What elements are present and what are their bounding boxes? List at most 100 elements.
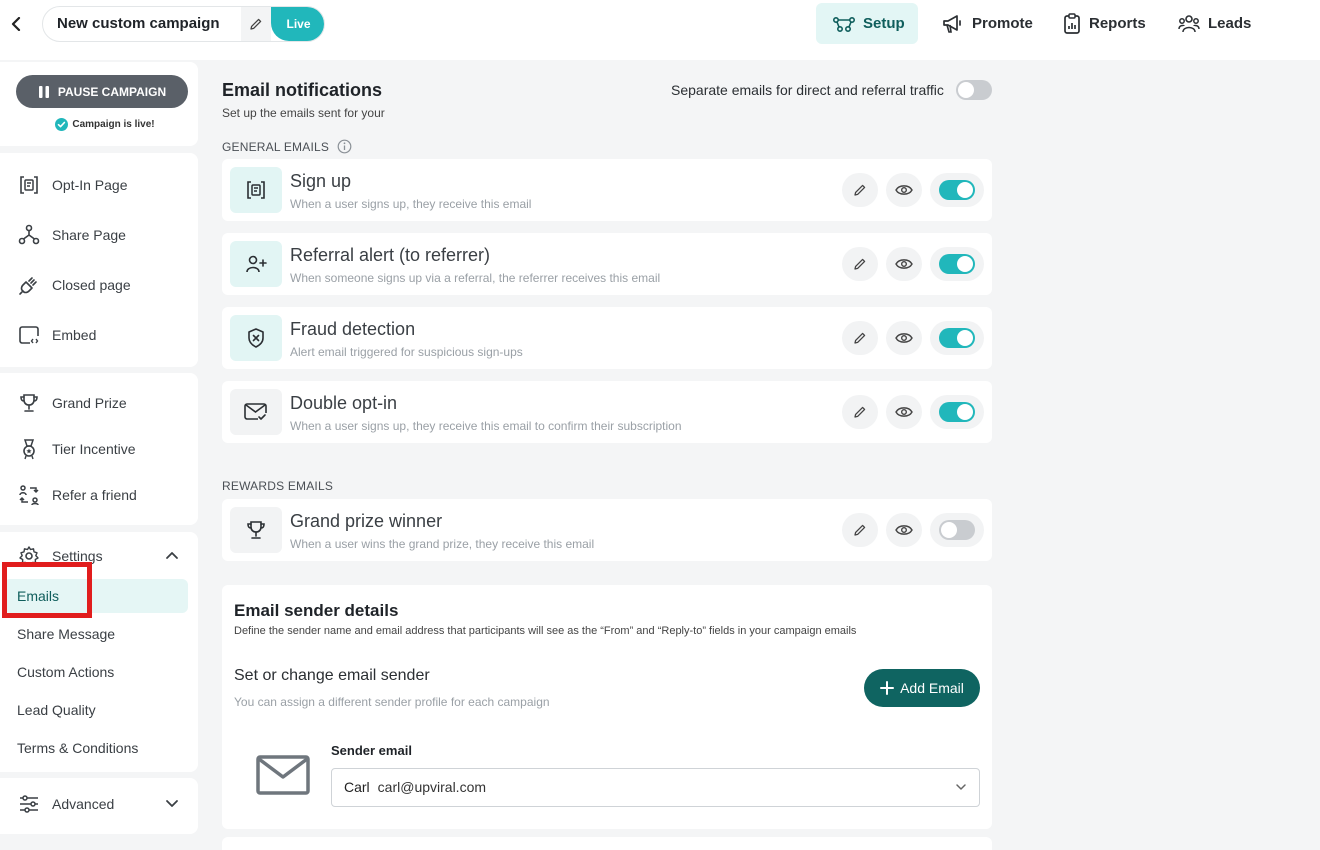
pencil-icon [854, 406, 866, 418]
sidebar-item-closed-page[interactable]: Closed page [18, 270, 131, 300]
edit-email-button[interactable] [842, 395, 878, 429]
email-card-sign-up: Sign up When a user signs up, they recei… [222, 159, 992, 221]
nav-reports[interactable]: Reports [1063, 3, 1146, 44]
sidebar-settings-header[interactable]: Settings [18, 541, 103, 571]
email-description: Alert email triggered for suspicious sig… [290, 345, 523, 359]
pause-campaign-button[interactable]: PAUSE CAMPAIGN [16, 75, 188, 108]
clipboard-chart-icon [1064, 12, 1080, 34]
pencil-icon [854, 184, 866, 196]
medal-icon [23, 439, 35, 460]
preview-email-button[interactable] [886, 395, 922, 429]
share-nodes-icon [18, 224, 40, 245]
next-panel [222, 837, 992, 850]
top-bar: New custom campaign Live Setup Promote R… [0, 0, 1320, 60]
change-sender-title: Set or change email sender [234, 667, 430, 684]
sidebar-item-optin-page[interactable]: Opt-In Page [18, 170, 128, 200]
sidebar-advanced-label: Advanced [52, 796, 115, 812]
eye-icon [895, 185, 913, 195]
user-plus-icon [246, 255, 267, 273]
sidebar-item-custom-actions[interactable]: Custom Actions [17, 662, 114, 682]
campaign-live-text: Campaign is live! [72, 119, 155, 130]
sender-section-title: Email sender details [234, 601, 399, 620]
info-icon[interactable] [337, 139, 352, 154]
eye-icon [895, 525, 913, 535]
add-email-button[interactable]: Add Email [864, 669, 980, 707]
preview-email-button[interactable] [886, 513, 922, 547]
chevron-up-icon[interactable] [165, 550, 179, 560]
sliders-icon [20, 795, 38, 813]
email-sender-panel: Email sender details Define the sender n… [222, 585, 992, 829]
sidebar-item-share-message[interactable]: Share Message [17, 624, 115, 644]
trophy-icon [247, 521, 265, 539]
email-title: Sign up [290, 171, 352, 191]
sidebar-item-label: Closed page [52, 277, 131, 293]
nav-leads[interactable]: Leads [1178, 3, 1251, 44]
separate-emails-toggle[interactable] [956, 80, 992, 100]
sidebar-item-emails[interactable]: Emails [17, 586, 59, 606]
sidebar-item-embed[interactable]: Embed [18, 320, 96, 350]
sidebar-item-label: Tier Incentive [52, 441, 136, 457]
email-card-double-opt-in: Double opt-in When a user signs up, they… [222, 381, 992, 443]
nav-promote[interactable]: Promote [942, 3, 1033, 44]
rewards-emails-label: REWARDS EMAILS [222, 479, 334, 493]
sidebar-item-refer-a-friend[interactable]: Refer a friend [18, 480, 137, 510]
campaign-live-note: Campaign is live! [0, 118, 210, 131]
check-circle-icon [55, 118, 69, 131]
email-card-fraud-detection: Fraud detection Alert email triggered fo… [222, 307, 992, 369]
edit-email-button[interactable] [842, 173, 878, 207]
campaign-name: New custom campaign [57, 15, 220, 32]
pencil-icon [854, 332, 866, 344]
shield-x-icon [248, 328, 264, 348]
edit-campaign-name-button[interactable] [241, 7, 271, 41]
back-button[interactable] [6, 12, 26, 36]
email-description: When someone signs up via a referral, th… [290, 271, 661, 285]
page-title: Email notifications [222, 80, 383, 100]
preview-email-button[interactable] [886, 173, 922, 207]
envelope-icon [256, 755, 310, 795]
pencil-icon [854, 524, 866, 536]
preview-email-button[interactable] [886, 321, 922, 355]
setup-icon [833, 16, 855, 32]
mail-check-icon [244, 403, 267, 420]
plus-icon [880, 681, 895, 695]
nav-setup[interactable]: Setup [816, 3, 918, 44]
signup-form-icon [247, 181, 265, 199]
embed-icon [19, 326, 39, 344]
sidebar-item-terms-conditions[interactable]: Terms & Conditions [17, 738, 138, 758]
sidebar-item-grand-prize[interactable]: Grand Prize [18, 388, 127, 418]
preview-email-button[interactable] [886, 247, 922, 281]
separate-emails-label: Separate emails for direct and referral … [671, 82, 944, 98]
email-enabled-toggle[interactable] [939, 402, 975, 422]
sender-email-label: Sender email [331, 743, 412, 758]
trophy-icon [20, 394, 38, 412]
optin-page-icon [20, 176, 38, 194]
email-enabled-toggle[interactable] [939, 520, 975, 540]
sidebar-item-tier-incentive[interactable]: Tier Incentive [18, 434, 136, 464]
sender-email-value: carl@upviral.com [377, 779, 487, 795]
sidebar-item-label: Grand Prize [52, 395, 127, 411]
sidebar-item-label: Refer a friend [52, 487, 137, 503]
email-title: Grand prize winner [290, 511, 443, 531]
edit-email-button[interactable] [842, 513, 878, 547]
email-title: Referral alert (to referrer) [290, 245, 491, 265]
pencil-icon [854, 258, 866, 270]
nav-leads-label: Leads [1208, 15, 1252, 32]
email-enabled-toggle[interactable] [939, 328, 975, 348]
edit-email-button[interactable] [842, 247, 878, 281]
pause-icon [38, 85, 49, 98]
chevron-down-icon [956, 784, 966, 790]
sidebar-item-share-page[interactable]: Share Page [18, 220, 126, 250]
sender-email-select[interactable]: Carl carl@upviral.com [331, 768, 980, 807]
campaign-name-pill: New custom campaign Live [42, 6, 325, 42]
pencil-icon [250, 18, 262, 30]
sidebar-settings-label: Settings [52, 548, 103, 564]
live-status-badge[interactable]: Live [271, 7, 324, 41]
sidebar-advanced-header[interactable]: Advanced [18, 789, 114, 819]
nav-reports-label: Reports [1089, 15, 1146, 32]
sidebar-item-lead-quality[interactable]: Lead Quality [17, 700, 96, 720]
chevron-down-icon[interactable] [165, 799, 179, 809]
edit-email-button[interactable] [842, 321, 878, 355]
email-enabled-toggle[interactable] [939, 254, 975, 274]
email-enabled-toggle[interactable] [939, 180, 975, 200]
users-icon [1178, 14, 1200, 32]
